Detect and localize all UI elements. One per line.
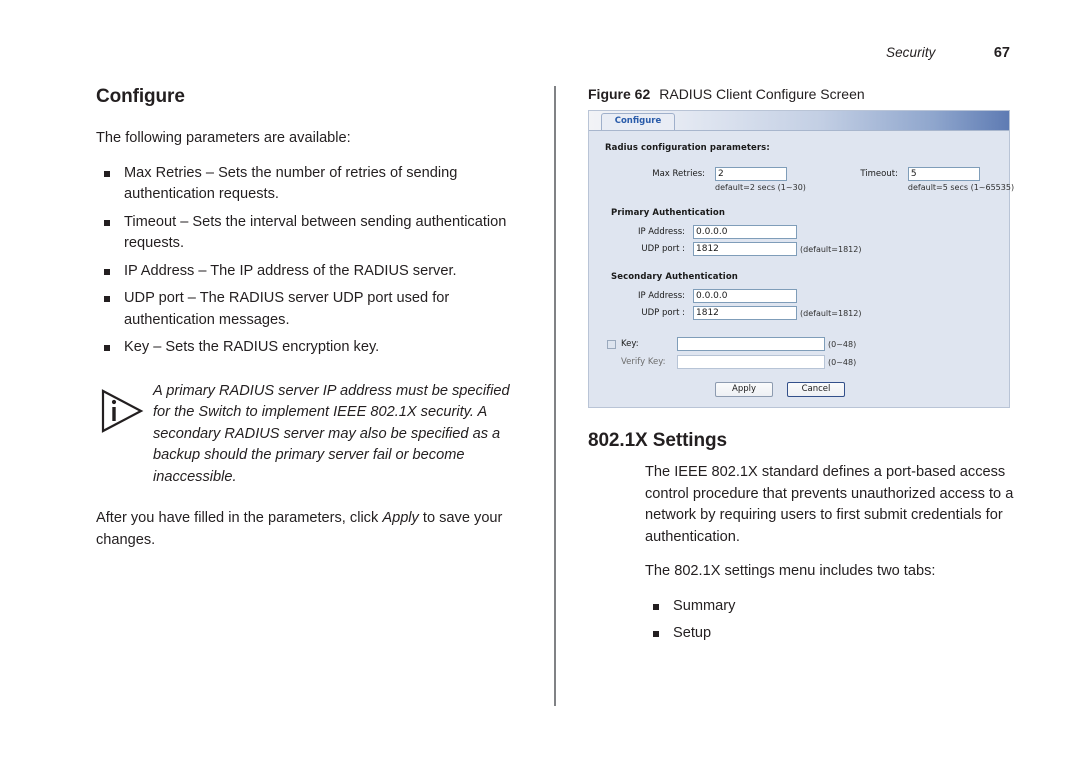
list-item: Timeout – Sets the interval between send… (96, 212, 526, 255)
page-number: 67 (993, 45, 1010, 61)
key-checkbox[interactable] (607, 339, 616, 349)
secondary-udp-row: UDP port : (default=1812) (589, 306, 1009, 320)
left-column: Configure The following parameters are a… (96, 86, 526, 564)
section-title-8021x: 802.1X Settings (588, 430, 727, 451)
secondary-authentication-title: Secondary Authentication (611, 272, 738, 282)
column-divider (554, 86, 556, 706)
tab-strip: Configure (589, 111, 1009, 131)
retries-timeout-row: Max Retries: default=2 secs (1~30) Timeo… (605, 167, 1014, 192)
list-item: Summary (645, 596, 1018, 618)
paragraph-8021x-overview: The IEEE 802.1X standard defines a port-… (645, 464, 1014, 545)
verify-key-row: Verify Key: (0~48) (589, 355, 1009, 369)
cancel-button[interactable]: Cancel (787, 382, 845, 397)
max-retries-hint: default=2 secs (1~30) (715, 183, 806, 192)
figure-number: Figure 62 (588, 86, 651, 102)
timeout-hint: default=5 secs (1~65535) (907, 183, 1015, 192)
timeout-label: Timeout: (860, 169, 898, 179)
key-hint: (0~48) (828, 339, 857, 349)
figure-caption: Figure 62 RADIUS Client Configure Screen (588, 86, 1018, 102)
secondary-ip-input[interactable] (693, 289, 797, 303)
right-column: Figure 62 RADIUS Client Configure Screen … (588, 86, 1018, 658)
button-row: Apply Cancel (715, 382, 1009, 397)
primary-udp-input[interactable] (693, 242, 797, 256)
note-text: A primary RADIUS server IP address must … (153, 382, 510, 485)
paragraph-8021x-tabs: The 802.1X settings menu includes two ta… (645, 563, 936, 579)
note-block: A primary RADIUS server IP address must … (96, 381, 526, 489)
primary-authentication-title: Primary Authentication (611, 208, 725, 218)
intro-paragraph: The following parameters are available: (96, 130, 351, 146)
max-retries-input[interactable] (715, 167, 787, 181)
max-retries-group: Max Retries: default=2 secs (1~30) (605, 167, 806, 192)
running-header: Security 67 (0, 44, 1010, 62)
apply-button[interactable]: Apply (715, 382, 773, 397)
secondary-udp-hint: (default=1812) (800, 308, 862, 318)
parameter-bullet-list: Max Retries – Sets the number of retries… (96, 163, 526, 359)
secondary-udp-input[interactable] (693, 306, 797, 320)
key-label: Key: (621, 339, 639, 349)
configure-panel: Radius configuration parameters: Max Ret… (589, 131, 1014, 407)
verify-key-hint: (0~48) (828, 357, 857, 367)
closing-paragraph: After you have filled in the parameters,… (96, 508, 526, 551)
key-row: Key: (0~48) (589, 337, 1009, 351)
primary-udp-hint: (default=1812) (800, 244, 862, 254)
list-item: Setup (645, 623, 1018, 645)
secondary-ip-row: IP Address: (589, 289, 1009, 303)
key-input[interactable] (677, 337, 825, 351)
primary-ip-input[interactable] (693, 225, 797, 239)
secondary-ip-label: IP Address: (637, 291, 685, 301)
chapter-name: Security (885, 45, 936, 60)
info-triangle-icon (101, 388, 144, 433)
tabs-bullet-list: Summary Setup (645, 596, 1018, 645)
list-item: Max Retries – Sets the number of retries… (96, 163, 526, 206)
max-retries-label: Max Retries: (652, 169, 705, 179)
figure-title: RADIUS Client Configure Screen (659, 86, 865, 102)
list-item: Key – Sets the RADIUS encryption key. (96, 337, 526, 359)
radius-configure-screen: Configure Radius configuration parameter… (588, 110, 1014, 408)
primary-udp-row: UDP port : (default=1812) (589, 242, 1009, 256)
list-item: IP Address – The IP address of the RADIU… (96, 261, 526, 283)
primary-ip-label: IP Address: (637, 227, 685, 237)
closing-text-before: After you have filled in the parameters,… (96, 510, 383, 526)
verify-key-input[interactable] (677, 355, 825, 369)
tab-configure[interactable]: Configure (601, 113, 675, 130)
secondary-udp-label: UDP port : (641, 308, 685, 318)
timeout-input[interactable] (907, 167, 980, 181)
verify-key-label: Verify Key: (621, 357, 666, 367)
list-item: UDP port – The RADIUS server UDP port us… (96, 288, 526, 331)
radius-parameters-title: Radius configuration parameters: (605, 143, 770, 153)
closing-emphasis: Apply (382, 510, 419, 526)
timeout-group: Timeout: default=5 secs (1~65535) (846, 167, 1014, 192)
primary-udp-label: UDP port : (641, 244, 685, 254)
primary-ip-row: IP Address: (589, 225, 1009, 239)
page-title: Configure (96, 86, 185, 107)
